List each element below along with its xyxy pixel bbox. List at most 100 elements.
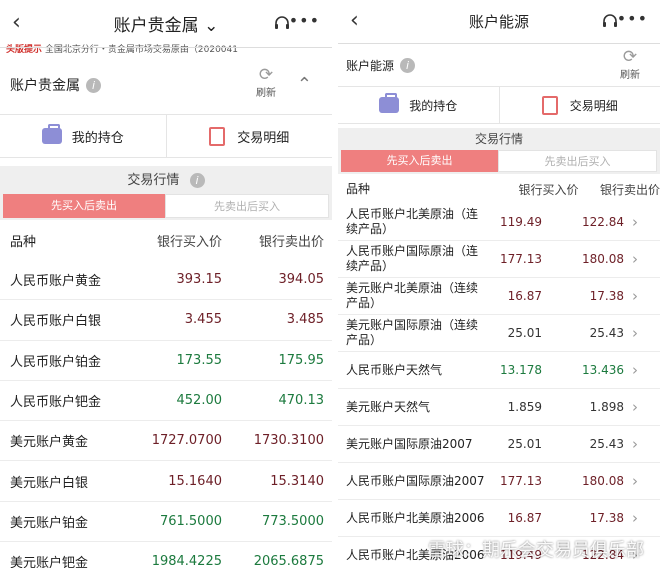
- more-icon[interactable]: •••: [289, 11, 320, 30]
- quote-row[interactable]: 人民币账户国际原油（连续产品） 177.13 180.08 ›: [338, 241, 660, 278]
- col-buy: 银行买入价: [518, 182, 579, 197]
- bank-sell-price: 1.898: [589, 400, 624, 414]
- bank-sell-price: 470.13: [278, 393, 325, 409]
- bank-sell-price: 180.08: [582, 474, 624, 488]
- quote-row[interactable]: 美元账户白银 15.1640 15.3140: [0, 461, 332, 502]
- account-label: 账户能源: [346, 58, 395, 73]
- quote-row[interactable]: 美元账户钯金 1984.4225 2065.6875: [0, 542, 332, 568]
- refresh-icon: ⟳: [622, 47, 638, 67]
- tab-holdings-label: 我的持仓: [409, 98, 458, 113]
- bank-buy-price: 1727.0700: [151, 433, 222, 449]
- refresh-button[interactable]: ⟳ 刷新: [620, 48, 640, 81]
- bank-buy-price: 393.15: [176, 272, 223, 288]
- instrument-name: 美元账户铂金: [10, 515, 89, 531]
- tab-transactions[interactable]: 交易明细: [498, 87, 660, 123]
- instrument-name: 人民币账户国际原油2007: [346, 473, 485, 488]
- refresh-label: 刷新: [256, 88, 276, 99]
- back-arrow-icon[interactable]: ‹: [12, 10, 21, 35]
- chevron-right-icon[interactable]: ›: [628, 472, 642, 490]
- bank-buy-price: 173.55: [176, 352, 223, 368]
- quote-table: 人民币账户北美原油（连续产品） 119.49 122.84 › 人民币账户国际原油（连续…: [338, 204, 660, 568]
- instrument-name: 人民币账户天然气: [346, 362, 443, 377]
- col-name: 品种: [10, 234, 37, 250]
- instrument-name: 人民币账户钯金: [10, 395, 102, 411]
- briefcase-icon: [379, 93, 400, 113]
- instrument-name: 美元账户国际原油2007: [346, 436, 473, 451]
- chevron-right-icon[interactable]: ›: [628, 435, 642, 453]
- nav-bar: ‹ 账户能源 •••: [338, 0, 660, 44]
- col-buy: 银行买入价: [156, 234, 222, 250]
- quote-row[interactable]: 美元账户国际原油2007 25.01 25.43 ›: [338, 426, 660, 463]
- chevron-right-icon[interactable]: ›: [628, 287, 642, 305]
- account-header: 账户能源 i ⟳ 刷新: [338, 44, 660, 86]
- tab-holdings[interactable]: 我的持仓: [338, 87, 499, 123]
- headset-icon[interactable]: [602, 13, 618, 29]
- tab-sell-first[interactable]: 先卖出后买入: [165, 194, 329, 218]
- bank-buy-price: 16.87: [507, 511, 542, 525]
- tab-transactions-label: 交易明细: [569, 98, 618, 113]
- chevron-right-icon[interactable]: ›: [628, 509, 642, 527]
- chevron-right-icon[interactable]: ›: [628, 250, 642, 268]
- quote-row[interactable]: 人民币账户天然气 13.178 13.436 ›: [338, 352, 660, 389]
- briefcase-icon: [41, 124, 62, 144]
- instrument-name: 美元账户北美原油（连续产品）: [346, 281, 479, 310]
- tab-holdings[interactable]: 我的持仓: [0, 115, 166, 157]
- quote-row[interactable]: 人民币账户北美原油（连续产品） 119.49 122.84 ›: [338, 204, 660, 241]
- bank-sell-price: 13.436: [582, 363, 624, 377]
- energy-screen: ‹ 账户能源 ••• 账户能源 i ⟳ 刷新 我的持仓 交易明细 交易行情 先买…: [338, 0, 660, 568]
- bank-sell-price: 25.43: [589, 437, 624, 451]
- quote-row[interactable]: 美元账户北美原油（连续产品） 16.87 17.38 ›: [338, 278, 660, 315]
- quote-row[interactable]: 美元账户铂金 761.5000 773.5000: [0, 501, 332, 543]
- table-header: 品种 银行买入价 银行卖出价: [338, 174, 660, 204]
- tab-buy-first[interactable]: 先买入后卖出: [341, 150, 498, 172]
- tab-sell-first[interactable]: 先卖出后买入: [498, 150, 657, 172]
- col-sell: 银行卖出价: [258, 234, 324, 250]
- instrument-name: 人民币账户北美原油2006: [346, 510, 485, 525]
- quote-row[interactable]: 人民币账户黄金 393.15 394.05: [0, 260, 332, 301]
- headset-icon[interactable]: [274, 15, 290, 31]
- chevron-up-icon[interactable]: ⌃: [297, 74, 312, 95]
- bank-sell-price: 394.05: [278, 272, 325, 288]
- info-icon[interactable]: i: [86, 77, 101, 93]
- bank-sell-price: 15.3140: [270, 473, 324, 489]
- section-info-icon[interactable]: i: [189, 173, 205, 188]
- quote-row[interactable]: 美元账户天然气 1.859 1.898 ›: [338, 389, 660, 426]
- refresh-button[interactable]: ⟳ 刷新: [256, 66, 276, 99]
- bank-sell-price: 773.5000: [261, 513, 324, 529]
- bank-buy-price: 16.87: [507, 289, 542, 303]
- bank-sell-price: 25.43: [589, 326, 624, 340]
- more-icon[interactable]: •••: [617, 9, 648, 28]
- bank-buy-price: 25.01: [507, 437, 542, 451]
- chevron-right-icon[interactable]: ›: [628, 398, 642, 416]
- quote-row[interactable]: 人民币账户铂金 173.55 175.95: [0, 340, 332, 381]
- bank-sell-price: 3.485: [286, 312, 324, 328]
- precious-metals-screen: ‹ 账户贵金属 ⌄ ••• 头版提示 全国北京分行・贵金属市场交易原由（2020…: [0, 0, 332, 568]
- section-title: 交易行情: [474, 132, 523, 146]
- quote-row[interactable]: 人民币账户北美原油2006 16.87 17.38 ›: [338, 500, 660, 537]
- direction-toggle: 先买入后卖出 先卖出后买入: [0, 194, 332, 220]
- chevron-right-icon[interactable]: ›: [628, 324, 642, 342]
- direction-toggle: 先买入后卖出 先卖出后买入: [338, 150, 660, 174]
- tab-buy-first[interactable]: 先买入后卖出: [3, 194, 165, 218]
- back-arrow-icon[interactable]: ‹: [350, 8, 359, 33]
- col-name: 品种: [346, 181, 371, 196]
- bank-buy-price: 761.5000: [159, 513, 222, 529]
- info-icon[interactable]: i: [400, 57, 416, 73]
- bank-sell-price: 175.95: [278, 352, 325, 368]
- instrument-name: 人民币账户国际原油（连续产品）: [346, 244, 479, 273]
- chevron-right-icon[interactable]: ›: [628, 213, 642, 231]
- bank-sell-price: 122.84: [582, 215, 624, 229]
- bank-sell-price: 17.38: [589, 289, 624, 303]
- instrument-name: 美元账户钯金: [10, 556, 89, 568]
- bank-buy-price: 452.00: [176, 393, 223, 409]
- bank-buy-price: 13.178: [500, 363, 542, 377]
- chevron-right-icon[interactable]: ›: [628, 361, 642, 379]
- refresh-icon: ⟳: [258, 65, 274, 85]
- quote-row[interactable]: 美元账户黄金 1727.0700 1730.3100: [0, 421, 332, 462]
- tab-transactions[interactable]: 交易明细: [165, 115, 333, 157]
- quote-row[interactable]: 美元账户国际原油（连续产品） 25.01 25.43 ›: [338, 315, 660, 352]
- quote-row[interactable]: 人民币账户国际原油2007 177.13 180.08 ›: [338, 463, 660, 500]
- quote-row[interactable]: 人民币账户钯金 452.00 470.13: [0, 380, 332, 422]
- quote-row[interactable]: 人民币账户白银 3.455 3.485: [0, 300, 332, 341]
- tab-transactions-label: 交易明细: [237, 130, 290, 146]
